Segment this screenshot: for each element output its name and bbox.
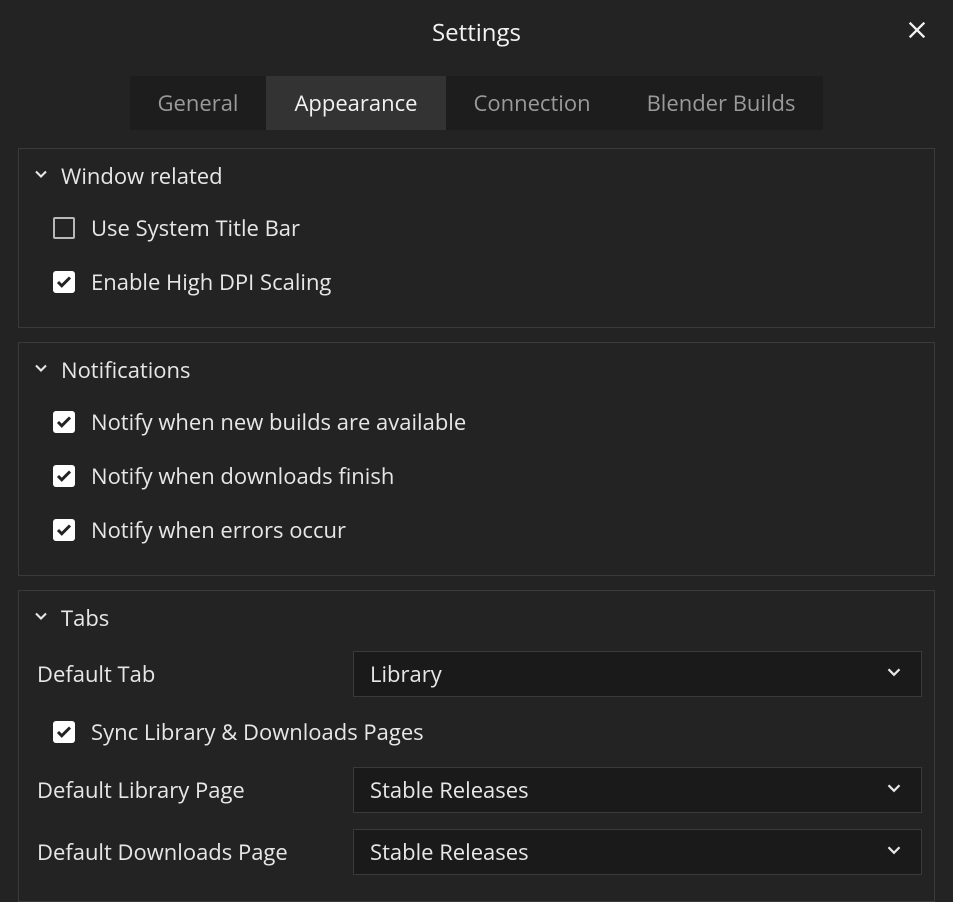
panel-title: Tabs: [61, 603, 109, 633]
select-value: Stable Releases: [370, 775, 529, 805]
panel-title: Notifications: [61, 355, 191, 385]
select-default-downloads-page[interactable]: Stable Releases: [353, 829, 922, 875]
option-use-system-title-bar: Use System Title Bar: [31, 201, 922, 255]
titlebar: Settings: [0, 0, 953, 64]
option-notify-new-builds: Notify when new builds are available: [31, 395, 922, 449]
checkbox-sync-pages[interactable]: [53, 721, 75, 743]
panel-tabs: Tabs Default Tab Library Sync Library & …: [18, 590, 935, 902]
chevron-down-icon: [883, 661, 905, 688]
chevron-down-icon: [31, 606, 51, 631]
option-sync-pages: Sync Library & Downloads Pages: [31, 705, 922, 759]
checkbox-use-system-title-bar[interactable]: [53, 217, 75, 239]
tab-blender-builds[interactable]: Blender Builds: [619, 76, 824, 130]
tabs-row: General Appearance Connection Blender Bu…: [130, 76, 824, 130]
checkbox-enable-high-dpi[interactable]: [53, 271, 75, 293]
window-title: Settings: [432, 16, 521, 49]
option-notify-errors: Notify when errors occur: [31, 503, 922, 557]
select-default-library-page[interactable]: Stable Releases: [353, 767, 922, 813]
checkbox-notify-errors[interactable]: [53, 519, 75, 541]
chevron-down-icon: [31, 358, 51, 383]
checkbox-label: Use System Title Bar: [91, 213, 300, 243]
tab-general[interactable]: General: [130, 76, 267, 130]
select-value: Library: [370, 659, 442, 689]
panel-title: Window related: [61, 161, 223, 191]
label-default-downloads-page: Default Downloads Page: [37, 837, 288, 867]
checkbox-label: Sync Library & Downloads Pages: [91, 717, 424, 747]
panel-header-tabs[interactable]: Tabs: [31, 599, 922, 643]
checkbox-notify-new-builds[interactable]: [53, 411, 75, 433]
checkbox-notify-downloads-finish[interactable]: [53, 465, 75, 487]
label-default-tab: Default Tab: [37, 659, 155, 689]
checkbox-label: Notify when downloads finish: [91, 461, 394, 491]
panel-header-window-related[interactable]: Window related: [31, 157, 922, 201]
checkbox-label: Enable High DPI Scaling: [91, 267, 331, 297]
checkbox-label: Notify when errors occur: [91, 515, 346, 545]
row-default-library-page: Default Library Page Stable Releases: [31, 759, 922, 821]
tab-appearance[interactable]: Appearance: [266, 76, 445, 130]
tab-connection[interactable]: Connection: [446, 76, 619, 130]
close-icon: [906, 19, 928, 46]
select-value: Stable Releases: [370, 837, 529, 867]
chevron-down-icon: [883, 839, 905, 866]
checkbox-label: Notify when new builds are available: [91, 407, 466, 437]
option-enable-high-dpi: Enable High DPI Scaling: [31, 255, 922, 309]
row-default-tab: Default Tab Library: [31, 643, 922, 705]
chevron-down-icon: [31, 164, 51, 189]
option-notify-downloads-finish: Notify when downloads finish: [31, 449, 922, 503]
panel-header-notifications[interactable]: Notifications: [31, 351, 922, 395]
label-default-library-page: Default Library Page: [37, 775, 245, 805]
chevron-down-icon: [883, 777, 905, 804]
row-default-downloads-page: Default Downloads Page Stable Releases: [31, 821, 922, 883]
close-button[interactable]: [903, 18, 931, 46]
panel-notifications: Notifications Notify when new builds are…: [18, 342, 935, 576]
select-default-tab[interactable]: Library: [353, 651, 922, 697]
panel-window-related: Window related Use System Title Bar Enab…: [18, 148, 935, 328]
